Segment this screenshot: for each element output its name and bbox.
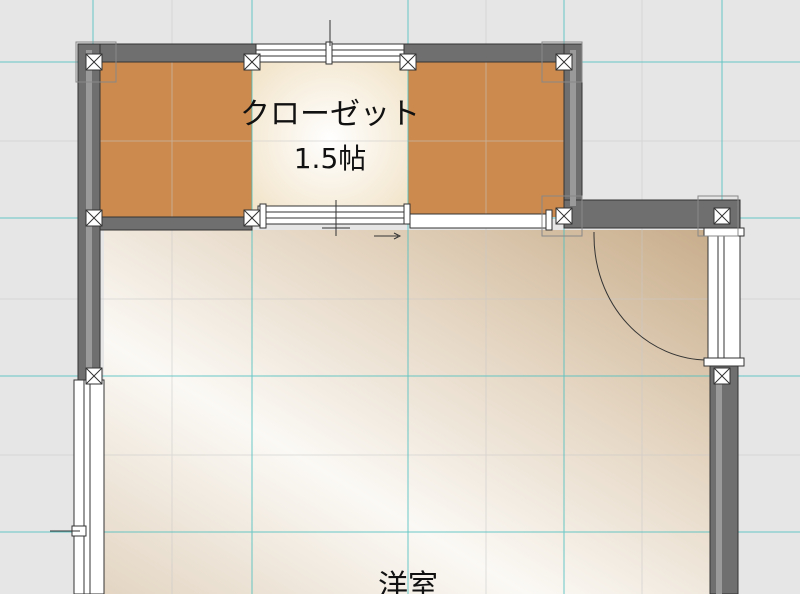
closet-floor-center (252, 62, 408, 217)
column-marker (243, 53, 261, 71)
closet-sliding-door[interactable] (257, 203, 411, 229)
column-marker (243, 209, 261, 227)
closet-floor-left (100, 62, 252, 217)
column-marker (85, 367, 103, 385)
closet-area-label: 1.5帖 (294, 142, 367, 175)
right-window[interactable] (703, 227, 745, 367)
column-marker (399, 53, 417, 71)
left-window[interactable] (71, 379, 105, 594)
closet-name-label: クローゼット (240, 97, 420, 132)
column-marker (85, 209, 103, 227)
western-room-floor (104, 230, 710, 594)
column-marker (713, 367, 731, 385)
western-room-name-label: 洋室 (378, 569, 438, 594)
floor-plan-canvas: クローゼット 1.5帖 洋室 (0, 0, 800, 594)
